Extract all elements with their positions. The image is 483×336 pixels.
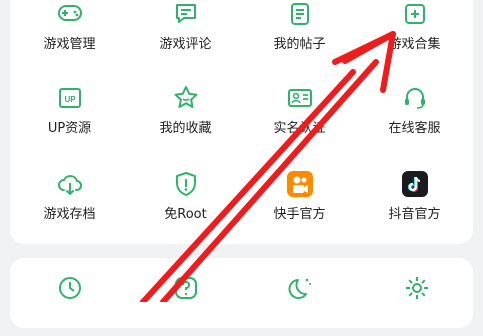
grid-item-game-collections[interactable]: 游戏合集	[357, 0, 472, 62]
grid-item-real-name-verification[interactable]: 实名认证	[242, 84, 357, 146]
moon-icon	[288, 278, 311, 299]
grid-item-up-resources[interactable]: UP UP资源	[12, 84, 127, 146]
grid-item-online-support[interactable]: 在线客服	[357, 84, 472, 146]
up-resources-icon: UP	[58, 88, 81, 108]
gamepad-icon	[57, 5, 82, 21]
settings-button[interactable]	[403, 274, 431, 336]
clock-icon	[59, 277, 81, 299]
document-icon	[290, 3, 309, 25]
grid-item-label: 快手官方	[273, 207, 326, 222]
grid-item-label: 免Root	[164, 207, 207, 222]
svg-text:UP: UP	[64, 95, 76, 104]
settings-card	[10, 258, 473, 328]
grid-item-label: 抖音官方	[388, 207, 441, 222]
star-icon	[174, 86, 197, 108]
grid-item-my-favorites[interactable]: 我的收藏	[128, 84, 243, 146]
grid-item-game-management[interactable]: 游戏管理	[12, 0, 127, 62]
night-mode-button[interactable]	[287, 274, 315, 336]
help-button[interactable]	[172, 274, 200, 336]
grid-item-label: 游戏合集	[388, 37, 441, 52]
history-button[interactable]	[56, 274, 84, 336]
grid-item-label: 实名认证	[273, 121, 326, 136]
question-icon	[175, 277, 197, 299]
grid-item-game-reviews[interactable]: 游戏评论	[128, 0, 243, 62]
grid-item-label: 在线客服	[388, 121, 441, 136]
grid-item-game-saves[interactable]: 游戏存档	[12, 170, 127, 232]
kuaishou-logo-icon	[286, 171, 313, 197]
grid-item-label: UP资源	[47, 121, 92, 136]
cloud-download-icon	[57, 175, 82, 196]
gear-icon	[406, 277, 428, 299]
douyin-logo-icon	[401, 171, 428, 197]
id-card-icon	[287, 89, 312, 107]
grid-item-my-posts[interactable]: 我的帖子	[242, 0, 357, 62]
grid-item-no-root[interactable]: 免Root	[128, 170, 243, 232]
grid-item-label: 游戏管理	[43, 37, 96, 52]
comment-icon	[175, 4, 196, 23]
add-collection-icon	[404, 4, 425, 24]
feature-grid-card: 游戏管理 游戏评论 我的帖子 游戏合集 UP UP资源 我的收藏 实名认证 在线…	[10, 0, 473, 244]
grid-item-douyin-official[interactable]: 抖音官方	[357, 170, 472, 232]
grid-item-label: 游戏评论	[159, 37, 212, 52]
grid-item-label: 我的帖子	[273, 37, 326, 52]
grid-item-label: 游戏存档	[43, 207, 96, 222]
shield-icon	[175, 172, 196, 196]
grid-item-label: 我的收藏	[159, 121, 212, 136]
headset-icon	[404, 88, 425, 109]
grid-item-kuaishou-official[interactable]: 快手官方	[242, 170, 357, 232]
